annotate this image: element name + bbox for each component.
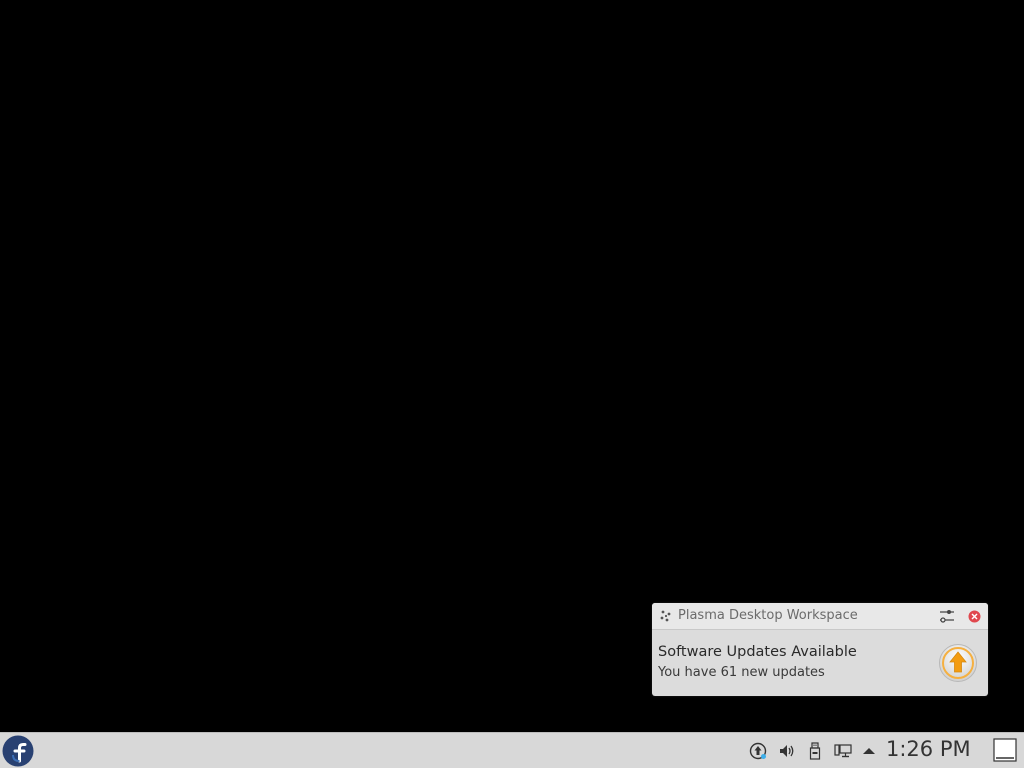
- notification-body: You have 61 new updates: [658, 665, 825, 680]
- notification-app-name: Plasma Desktop Workspace: [678, 608, 858, 623]
- tray-expand-icon[interactable]: [860, 742, 878, 760]
- notification-popup: Plasma Desktop Workspace Software Update…: [652, 603, 988, 696]
- software-update-icon: [939, 644, 977, 682]
- notification-header: Plasma Desktop Workspace: [652, 603, 988, 630]
- taskbar: 1:26 PM: [0, 732, 1024, 768]
- volume-icon[interactable]: [778, 742, 796, 760]
- close-icon[interactable]: [968, 610, 981, 623]
- notification-title: Software Updates Available: [658, 644, 857, 660]
- clock[interactable]: 1:26 PM: [886, 737, 971, 761]
- update-notifier-icon[interactable]: [749, 742, 767, 760]
- configure-icon[interactable]: [938, 607, 956, 625]
- fedora-logo-icon[interactable]: [2, 735, 34, 767]
- usb-device-icon[interactable]: [806, 742, 824, 760]
- plasma-icon: [660, 610, 671, 622]
- network-icon[interactable]: [834, 742, 852, 760]
- show-desktop-icon[interactable]: [993, 738, 1017, 762]
